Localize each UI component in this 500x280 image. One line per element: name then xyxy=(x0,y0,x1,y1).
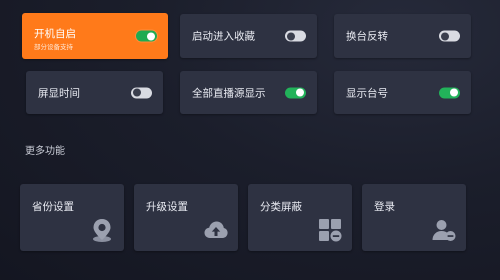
function-tile-category-block[interactable]: 分类屏蔽 xyxy=(248,184,352,251)
setting-tile-show-all-sources[interactable]: 全部直播源显示 xyxy=(180,71,317,114)
setting-tile-reverse-channel[interactable]: 换台反转 xyxy=(334,14,471,58)
location-pin-icon xyxy=(93,219,111,242)
toggle-switch-show-all-sources[interactable] xyxy=(285,87,306,98)
user-login-icon xyxy=(432,220,456,241)
setting-tile-open-favorites[interactable]: 启动进入收藏 xyxy=(180,14,317,58)
function-label: 省份设置 xyxy=(32,201,74,213)
toggle-knob xyxy=(147,32,155,40)
function-label: 登录 xyxy=(374,201,395,213)
toggle-knob xyxy=(441,32,449,40)
toggle-switch-show-channel-number[interactable] xyxy=(439,87,460,98)
setting-tile-autostart[interactable]: 开机自启 部分设备支持 xyxy=(22,13,168,59)
toggle-knob xyxy=(133,88,141,97)
setting-tile-show-channel-number[interactable]: 显示台号 xyxy=(334,71,471,114)
function-tile-login[interactable]: 登录 xyxy=(362,184,466,251)
setting-sublabel: 部分设备支持 xyxy=(34,43,73,51)
category-grid-icon xyxy=(319,219,342,242)
section-title-more-functions: 更多功能 xyxy=(25,146,65,157)
toggle-switch-show-time[interactable] xyxy=(131,87,152,98)
toggle-knob xyxy=(296,88,304,97)
function-tile-province[interactable]: 省份设置 xyxy=(20,184,124,251)
toggle-knob xyxy=(450,88,458,97)
setting-label: 屏显时间 xyxy=(38,87,80,99)
function-label: 升级设置 xyxy=(146,201,188,213)
cloud-upload-icon xyxy=(204,221,228,238)
setting-tile-show-time[interactable]: 屏显时间 xyxy=(26,71,163,114)
toggle-knob xyxy=(287,32,295,40)
toggle-switch-reverse-channel[interactable] xyxy=(439,30,460,42)
function-label: 分类屏蔽 xyxy=(260,201,302,213)
setting-label: 换台反转 xyxy=(346,30,388,43)
setting-label: 显示台号 xyxy=(346,87,388,99)
setting-label: 开机自启 xyxy=(34,28,76,40)
toggle-switch-open-favorites[interactable] xyxy=(285,30,306,42)
setting-label: 启动进入收藏 xyxy=(192,30,255,43)
setting-label: 全部直播源显示 xyxy=(192,87,266,99)
function-tile-upgrade[interactable]: 升级设置 xyxy=(134,184,238,251)
toggle-switch-autostart[interactable] xyxy=(136,30,157,42)
